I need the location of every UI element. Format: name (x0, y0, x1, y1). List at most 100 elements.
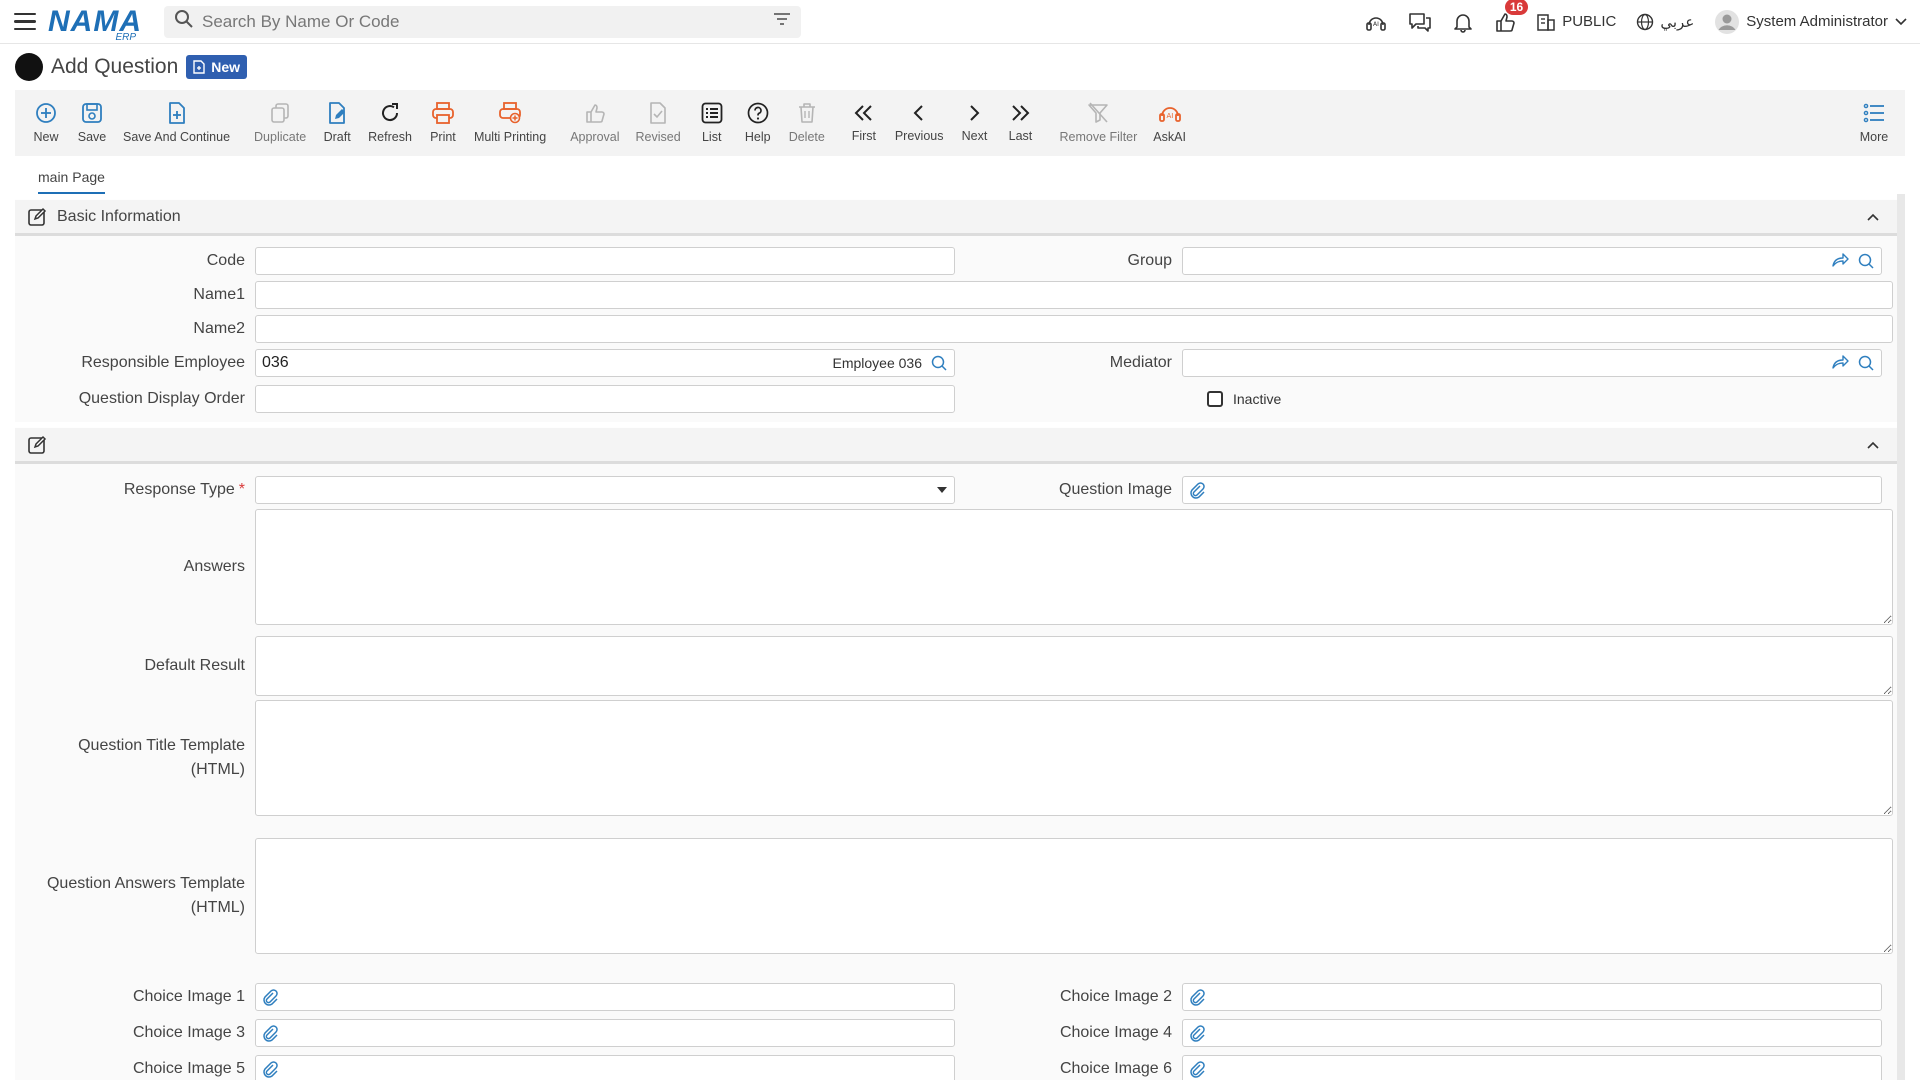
code-field[interactable] (255, 247, 955, 275)
save-button[interactable]: Save (69, 102, 115, 144)
responsible-employee-code: 036 (262, 354, 289, 371)
multi-printing-button[interactable]: Multi Printing (466, 102, 554, 144)
display-order-label: Question Display Order (78, 390, 245, 407)
dropdown-arrow-icon (937, 487, 947, 493)
choice-image-2-field[interactable] (1182, 983, 1882, 1011)
mediator-field[interactable] (1182, 349, 1882, 377)
search-input[interactable] (202, 11, 765, 32)
basic-information-header[interactable]: Basic Information (15, 200, 1897, 236)
last-button-label: Last (1008, 129, 1033, 143)
app-logo[interactable]: NAMA ERP (48, 6, 142, 42)
more-icon (1863, 103, 1884, 123)
print-button[interactable]: Print (420, 102, 466, 144)
language-switcher[interactable]: عربي (1636, 13, 1694, 31)
answers-textarea[interactable] (255, 509, 1893, 625)
save-continue-icon (168, 102, 185, 124)
inactive-checkbox[interactable] (1207, 391, 1223, 407)
share-icon[interactable] (1831, 354, 1849, 370)
default-result-textarea[interactable] (255, 636, 1893, 696)
name2-label: Name2 (193, 320, 245, 337)
remove-filter-button[interactable]: Remove Filter (1051, 102, 1145, 144)
company-selector[interactable]: PUBLIC (1536, 12, 1616, 32)
responsible-employee-field[interactable]: 036 Employee 036 (255, 349, 955, 377)
chat-icon[interactable] (1408, 11, 1432, 33)
revised-button[interactable]: Revised (628, 102, 689, 144)
save-button-label: Save (77, 130, 107, 144)
lookup-search-icon[interactable] (1857, 252, 1875, 270)
response-type-label-wrap: Response Type * (15, 481, 255, 499)
more-button[interactable]: More (1851, 102, 1897, 144)
choice-image-3-label: Choice Image 3 (132, 1024, 245, 1041)
display-order-field[interactable] (255, 385, 955, 413)
top-bar: NAMA ERP AI 16 PUBLIC عربي (0, 0, 1920, 44)
print-icon (432, 102, 454, 124)
lookup-search-icon[interactable] (1857, 354, 1875, 372)
choice-image-2-label: Choice Image 2 (1059, 988, 1172, 1005)
logo-subtext: ERP (115, 31, 136, 43)
next-button[interactable]: Next (951, 103, 997, 143)
title-template-textarea[interactable] (255, 700, 1893, 816)
save-and-continue-button[interactable]: Save And Continue (115, 102, 238, 144)
previous-button-label: Previous (894, 129, 944, 143)
paperclip-icon (263, 989, 278, 1006)
avatar (1715, 9, 1740, 34)
choice-image-1-field[interactable] (255, 983, 955, 1011)
first-button-label: First (851, 129, 876, 143)
user-name: System Administrator (1746, 13, 1888, 30)
delete-button[interactable]: Delete (781, 102, 833, 144)
revised-button-label: Revised (635, 130, 681, 144)
edit-icon (28, 207, 47, 226)
choice-image-3-field[interactable] (255, 1019, 955, 1047)
lookup-search-icon[interactable] (930, 354, 948, 372)
menu-icon[interactable] (14, 12, 36, 31)
page-title-bar: Add Question New (0, 44, 1920, 90)
notification-badge: 16 (1504, 0, 1529, 15)
list-button[interactable]: List (689, 102, 735, 144)
previous-button[interactable]: Previous (887, 103, 952, 143)
thumbs-up-notification-icon[interactable]: 16 (1494, 0, 1529, 33)
name1-field[interactable] (255, 281, 1893, 309)
first-button[interactable]: First (841, 103, 887, 143)
choice-image-4-field[interactable] (1182, 1019, 1882, 1047)
response-type-select[interactable] (255, 476, 955, 504)
details-section-header[interactable] (15, 428, 1897, 464)
basic-information-body: Code Group Name1 Name2 Responsible Emplo… (15, 236, 1897, 422)
name2-field[interactable] (255, 315, 1893, 343)
user-menu[interactable]: System Administrator (1714, 9, 1908, 35)
answers-template-textarea[interactable] (255, 838, 1893, 954)
answers-template-label-line2: (HTML) (190, 899, 245, 916)
help-button-label: Help (744, 130, 771, 144)
tab-main-page[interactable]: main Page (38, 169, 105, 194)
filter-icon[interactable] (773, 12, 791, 31)
inactive-label: Inactive (1233, 391, 1282, 407)
name2-row: Name2 (15, 312, 1897, 346)
page-avatar-icon (15, 53, 43, 81)
details-section-body: Response Type * Question Image Answers De… (15, 464, 1897, 1080)
title-template-label: Question Title Template (HTML) (15, 734, 255, 782)
paperclip-icon (1190, 989, 1205, 1006)
refresh-button-label: Refresh (368, 130, 412, 144)
last-button[interactable]: Last (997, 103, 1043, 143)
approval-button[interactable]: Approval (562, 102, 627, 144)
question-image-field[interactable] (1182, 476, 1882, 504)
bell-icon[interactable] (1452, 11, 1474, 33)
default-result-row: Default Result (15, 635, 1897, 697)
choice-image-5-label: Choice Image 5 (132, 1060, 245, 1077)
ai-assistant-icon[interactable]: AI (1364, 11, 1388, 33)
choice-image-5-field[interactable] (255, 1055, 955, 1080)
answers-template-row: Question Answers Template (HTML) (15, 837, 1897, 955)
choice-image-6-field[interactable] (1182, 1055, 1882, 1080)
default-result-label: Default Result (144, 657, 246, 674)
refresh-button[interactable]: Refresh (360, 102, 420, 144)
help-button[interactable]: Help (735, 102, 781, 144)
svg-text:AI: AI (1166, 112, 1173, 120)
askai-button[interactable]: AI AskAI (1145, 102, 1194, 144)
draft-button[interactable]: Draft (314, 102, 360, 144)
new-button[interactable]: New (23, 102, 69, 144)
group-field[interactable] (1182, 247, 1882, 275)
name1-label: Name1 (193, 286, 245, 303)
duplicate-button[interactable]: Duplicate (246, 102, 314, 144)
mediator-label: Mediator (1109, 354, 1172, 371)
share-icon[interactable] (1831, 252, 1849, 268)
previous-icon (913, 105, 923, 121)
